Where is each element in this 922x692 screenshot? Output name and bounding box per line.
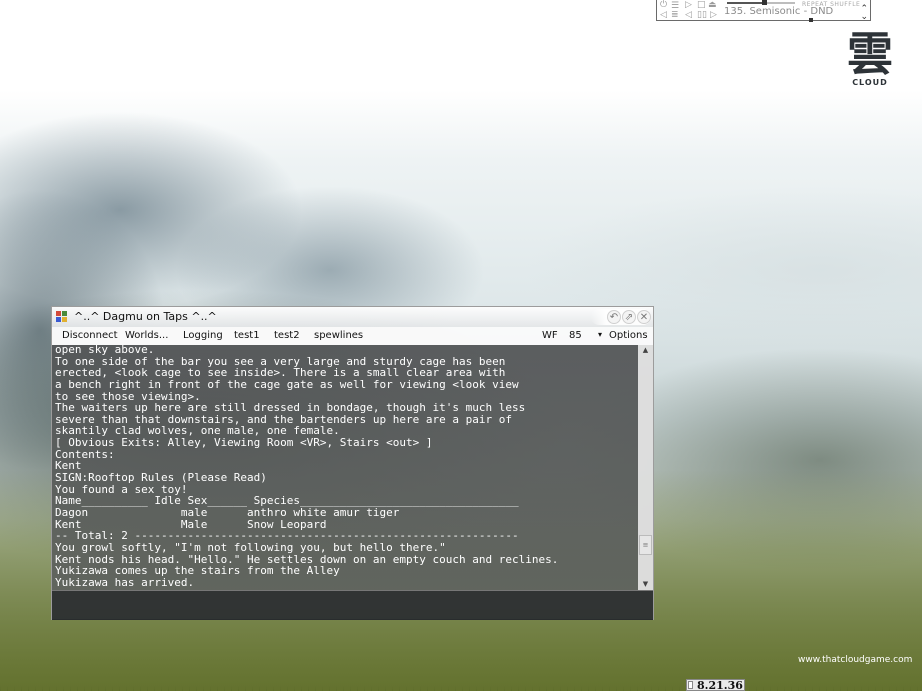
volume-knob[interactable] xyxy=(809,18,813,22)
rewind-icon[interactable]: ◁ xyxy=(685,11,692,20)
spewlines-button[interactable]: spewlines xyxy=(314,330,363,341)
command-input[interactable] xyxy=(52,590,653,620)
output-line: a bench right in front of the cage gate … xyxy=(55,377,519,391)
track-scroll-arrows[interactable]: ⌃ ⌄ xyxy=(860,5,868,22)
track-progress-bar[interactable] xyxy=(727,0,795,5)
output-line: Yukizawa has arrived. xyxy=(55,575,195,589)
window-titlebar[interactable]: ^..^ Dagmu on Taps ^..^ ↶ ⇗ ✕ xyxy=(52,307,653,327)
minimize-icon[interactable]: ↶ xyxy=(607,310,621,324)
cloud-logo-glyph: 雲 xyxy=(847,27,893,81)
prev-icon[interactable]: ◁ xyxy=(660,11,667,20)
output-line: Dagon male anthro white amur tiger xyxy=(55,505,400,519)
window-title: ^..^ Dagmu on Taps ^..^ xyxy=(74,310,217,323)
wf-label: WF xyxy=(542,330,558,341)
close-icon[interactable]: ✕ xyxy=(637,310,651,324)
media-controls: ⏻ ☰ ▷ □ ⏏ ◁ ≣ ◁ ▯▯ ▷ xyxy=(660,1,722,20)
app-icon xyxy=(56,311,68,323)
output-lines: open sky above. To one side of the bar yo… xyxy=(55,345,558,588)
equalizer-icon[interactable]: ≣ xyxy=(671,11,679,20)
output-line: Contents: xyxy=(55,447,115,461)
stop-icon[interactable]: □ xyxy=(697,1,706,10)
test2-button[interactable]: test2 xyxy=(274,330,300,341)
disconnect-button[interactable]: Disconnect xyxy=(62,330,118,341)
output-scrollbar[interactable]: ▲ ≡ ▼ xyxy=(638,345,653,590)
track-progress-knob[interactable] xyxy=(762,0,768,5)
window-buttons: ↶ ⇗ ✕ xyxy=(591,309,651,325)
output-line: [ Obvious Exits: Alley, Viewing Room <VR… xyxy=(55,436,433,450)
version-checkbox[interactable] xyxy=(688,681,693,689)
test1-button[interactable]: test1 xyxy=(234,330,260,341)
track-progress-fill xyxy=(727,2,765,4)
menu-bar: Disconnect Worlds... Logging test1 test2… xyxy=(52,327,653,345)
scroll-up-arrow-icon[interactable]: ▲ xyxy=(638,345,653,356)
media-player-widget: ⏻ ☰ ▷ □ ⏏ ◁ ≣ ◁ ▯▯ ▷ REPEAT SHUFFLE 135.… xyxy=(656,0,871,22)
version-text: 8.21.36 xyxy=(697,679,743,692)
version-indicator: 8.21.36 xyxy=(686,679,745,692)
scroll-down-arrow-icon[interactable]: ▼ xyxy=(638,579,653,590)
cloud-logo: 雲 CLOUD xyxy=(843,30,897,88)
output-pane[interactable]: open sky above. To one side of the bar yo… xyxy=(52,345,638,590)
scroll-thumb[interactable]: ≡ xyxy=(639,535,652,555)
worlds-menu[interactable]: Worlds... xyxy=(125,330,168,341)
maximize-icon[interactable]: ⇗ xyxy=(622,310,636,324)
next-icon[interactable]: ▷ xyxy=(710,11,717,20)
site-url: www.thatcloudgame.com xyxy=(798,655,913,665)
chevron-down-icon: ▾ xyxy=(597,330,602,339)
cloud-logo-text: CLOUD xyxy=(852,78,888,87)
wf-select[interactable]: 85 ▾ xyxy=(566,329,602,343)
eject-icon[interactable]: ⏏ xyxy=(708,1,717,10)
play-icon[interactable]: ▷ xyxy=(685,1,692,10)
output-line: You growl softly, "I'm not following you… xyxy=(55,540,446,554)
mud-client-window: ^..^ Dagmu on Taps ^..^ ↶ ⇗ ✕ Disconnect… xyxy=(51,306,654,620)
logging-menu[interactable]: Logging xyxy=(183,330,223,341)
options-button[interactable]: Options xyxy=(609,330,648,341)
output-line: SIGN:Rooftop Rules (Please Read) xyxy=(55,471,267,485)
power-icon[interactable]: ⏻ xyxy=(660,1,667,10)
pause-icon[interactable]: ▯▯ xyxy=(697,11,707,20)
track-title: 135. Semisonic - DND xyxy=(724,6,834,17)
wf-select-value: 85 xyxy=(569,330,582,341)
